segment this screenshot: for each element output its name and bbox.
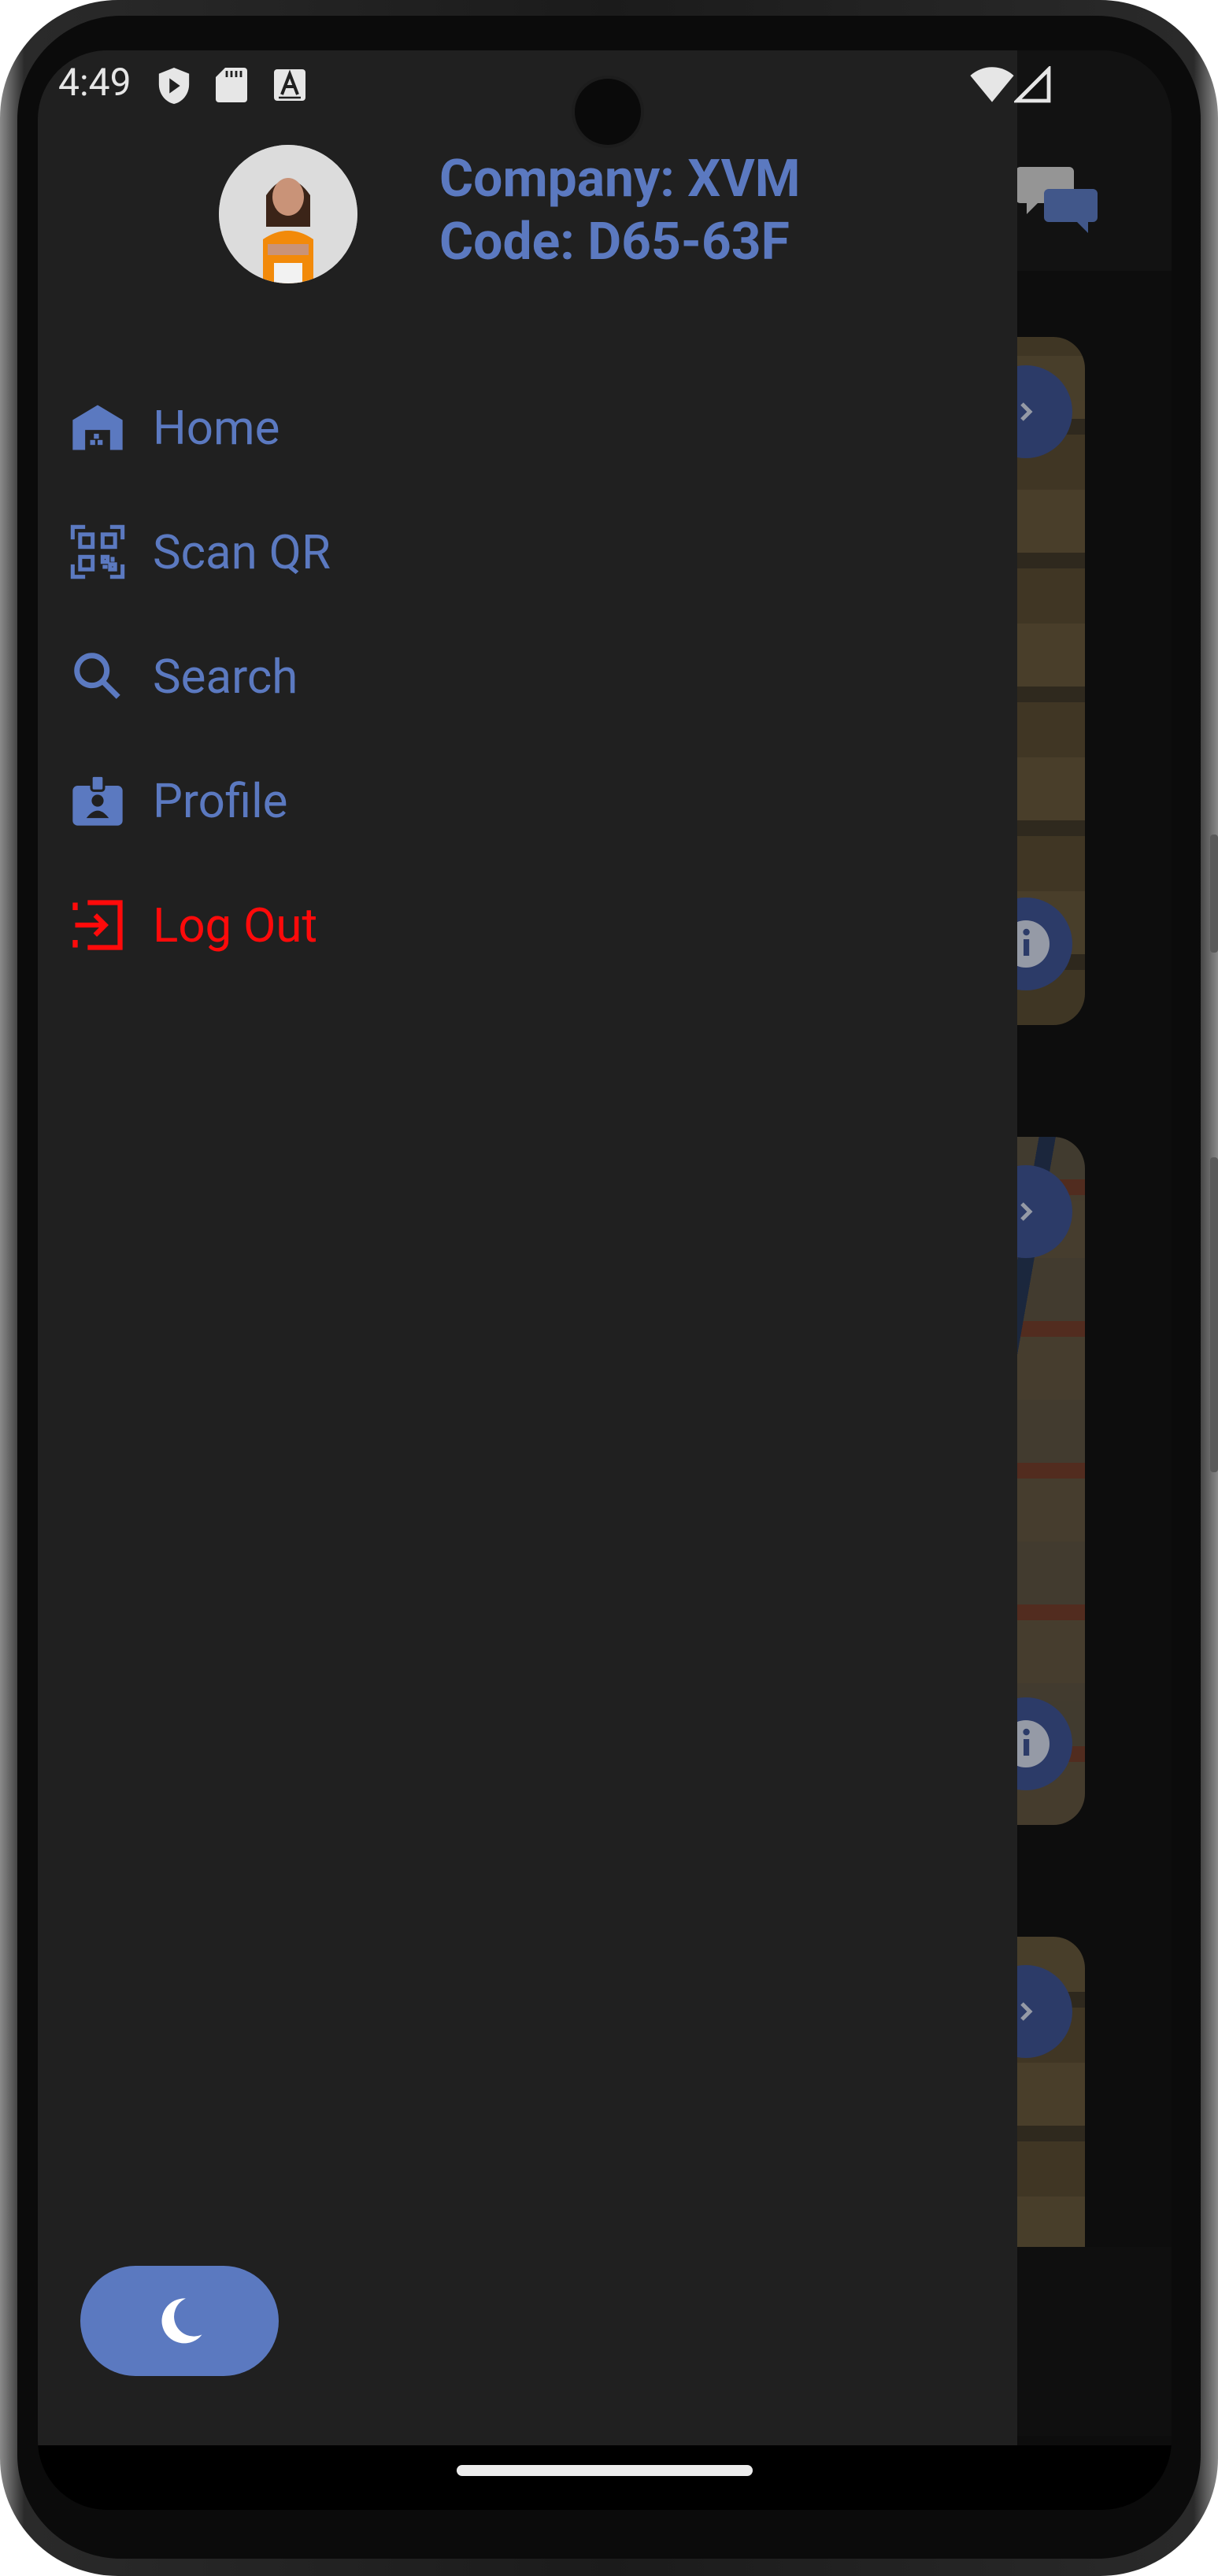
system-nav-bar xyxy=(38,2445,1172,2510)
profile-photo xyxy=(219,145,357,283)
menu-item-label: Search xyxy=(153,648,298,705)
qr-scan-icon xyxy=(66,520,129,583)
navigation-drawer: Company: XVM Code: D65-63F Home Scan QR xyxy=(38,50,1017,2445)
front-camera xyxy=(572,76,644,148)
power-button xyxy=(1210,1157,1218,1472)
play-protect-icon xyxy=(158,68,190,104)
menu-item-scan-qr[interactable]: Scan QR xyxy=(66,490,853,614)
moon-icon xyxy=(161,2298,202,2344)
screen: Company: XVM Code: D65-63F Home Scan QR xyxy=(38,50,1172,2510)
home-gesture-handle[interactable] xyxy=(457,2465,753,2476)
cell-signal-icon xyxy=(1014,66,1051,103)
company-code: Code: D65-63F xyxy=(439,212,790,272)
volume-button xyxy=(1210,835,1218,953)
menu-item-home[interactable]: Home xyxy=(66,365,853,490)
status-time: 4:49 xyxy=(58,60,131,105)
drawer-menu: Home Scan QR Search Profile Log Out xyxy=(66,365,853,987)
logout-icon xyxy=(66,894,129,957)
menu-item-search[interactable]: Search xyxy=(66,614,853,738)
menu-item-label: Log Out xyxy=(153,897,318,953)
sd-card-icon xyxy=(216,68,247,102)
theme-toggle-button[interactable] xyxy=(80,2266,279,2376)
menu-item-profile[interactable]: Profile xyxy=(66,738,853,863)
menu-item-label: Home xyxy=(153,399,280,456)
menu-item-logout[interactable]: Log Out xyxy=(66,863,853,987)
wifi-icon xyxy=(970,67,1014,102)
warehouse-icon xyxy=(66,396,129,459)
menu-item-label: Profile xyxy=(153,772,288,829)
company-info: Company: XVM Code: D65-63F xyxy=(439,148,801,274)
font-a-icon xyxy=(274,69,305,101)
id-badge-icon xyxy=(66,769,129,832)
search-icon xyxy=(66,645,129,708)
menu-item-label: Scan QR xyxy=(153,524,331,580)
avatar[interactable] xyxy=(219,145,357,283)
company-name: Company: XVM xyxy=(439,149,801,209)
